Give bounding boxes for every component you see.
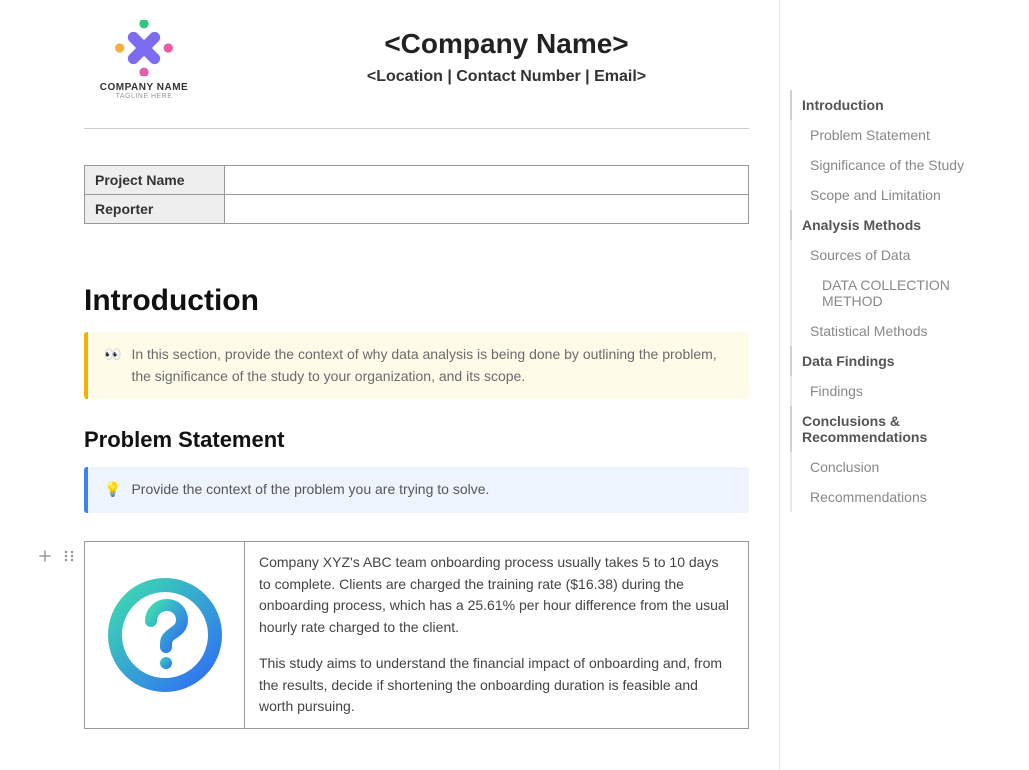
- toc-significance[interactable]: Significance of the Study: [790, 150, 1009, 180]
- toc-recommendations[interactable]: Recommendations: [790, 482, 1009, 512]
- table-of-contents: Introduction Problem Statement Significa…: [779, 0, 1029, 770]
- problem-statement-block: Company XYZ's ABC team onboarding proces…: [84, 541, 749, 729]
- logo-company-text: COMPANY NAME: [84, 82, 204, 93]
- problem-statement-content[interactable]: Company XYZ's ABC team onboarding proces…: [84, 541, 749, 729]
- header-divider: [84, 128, 749, 129]
- problem-statement-callout: 💡 Provide the context of the problem you…: [84, 467, 749, 513]
- contact-line: <Location | Contact Number | Email>: [264, 68, 749, 86]
- toc-data-findings[interactable]: Data Findings: [790, 346, 1009, 376]
- introduction-callout: 👀 In this section, provide the context o…: [84, 332, 749, 399]
- logo-tagline-text: TAGLINE HERE: [84, 93, 204, 100]
- table-row: Reporter: [85, 195, 749, 224]
- table-row: Project Name: [85, 166, 749, 195]
- toc-conclusion[interactable]: Conclusion: [790, 452, 1009, 482]
- drag-handle[interactable]: [60, 547, 78, 565]
- project-name-value[interactable]: [225, 166, 749, 195]
- toc-analysis-methods[interactable]: Analysis Methods: [790, 210, 1009, 240]
- plus-icon: [38, 549, 52, 563]
- introduction-callout-text: In this section, provide the context of …: [131, 344, 733, 387]
- toc-conclusions[interactable]: Conclusions & Recommendations: [790, 406, 1009, 452]
- eyes-icon: 👀: [104, 344, 121, 366]
- problem-para-2: This study aims to understand the financ…: [259, 653, 734, 718]
- document-header: COMPANY NAME TAGLINE HERE <Company Name>…: [84, 20, 749, 128]
- toc-introduction[interactable]: Introduction: [790, 90, 1009, 120]
- problem-para-1: Company XYZ's ABC team onboarding proces…: [259, 552, 734, 639]
- introduction-heading: Introduction: [84, 284, 749, 318]
- company-logo-icon: [114, 20, 174, 76]
- toc-scope[interactable]: Scope and Limitation: [790, 180, 1009, 210]
- question-mark-icon: [105, 575, 225, 695]
- reporter-label: Reporter: [85, 195, 225, 224]
- reporter-value[interactable]: [225, 195, 749, 224]
- toc-findings[interactable]: Findings: [790, 376, 1009, 406]
- problem-statement-text: Company XYZ's ABC team onboarding proces…: [245, 542, 748, 728]
- lightbulb-icon: 💡: [104, 479, 121, 501]
- toc-problem-statement[interactable]: Problem Statement: [790, 120, 1009, 150]
- toc-data-collection[interactable]: DATA COLLECTION METHOD: [790, 270, 1009, 316]
- document-main: COMPANY NAME TAGLINE HERE <Company Name>…: [0, 0, 779, 770]
- company-name-title: <Company Name>: [264, 28, 749, 60]
- toc-statistical[interactable]: Statistical Methods: [790, 316, 1009, 346]
- add-block-button[interactable]: [36, 547, 54, 565]
- problem-statement-callout-text: Provide the context of the problem you a…: [131, 479, 489, 501]
- project-meta-table: Project Name Reporter: [84, 165, 749, 224]
- toc-sources[interactable]: Sources of Data: [790, 240, 1009, 270]
- question-icon-cell: [85, 542, 245, 728]
- project-name-label: Project Name: [85, 166, 225, 195]
- grip-icon: [63, 549, 75, 563]
- company-logo-block: COMPANY NAME TAGLINE HERE: [84, 20, 204, 100]
- problem-statement-heading: Problem Statement: [84, 427, 749, 453]
